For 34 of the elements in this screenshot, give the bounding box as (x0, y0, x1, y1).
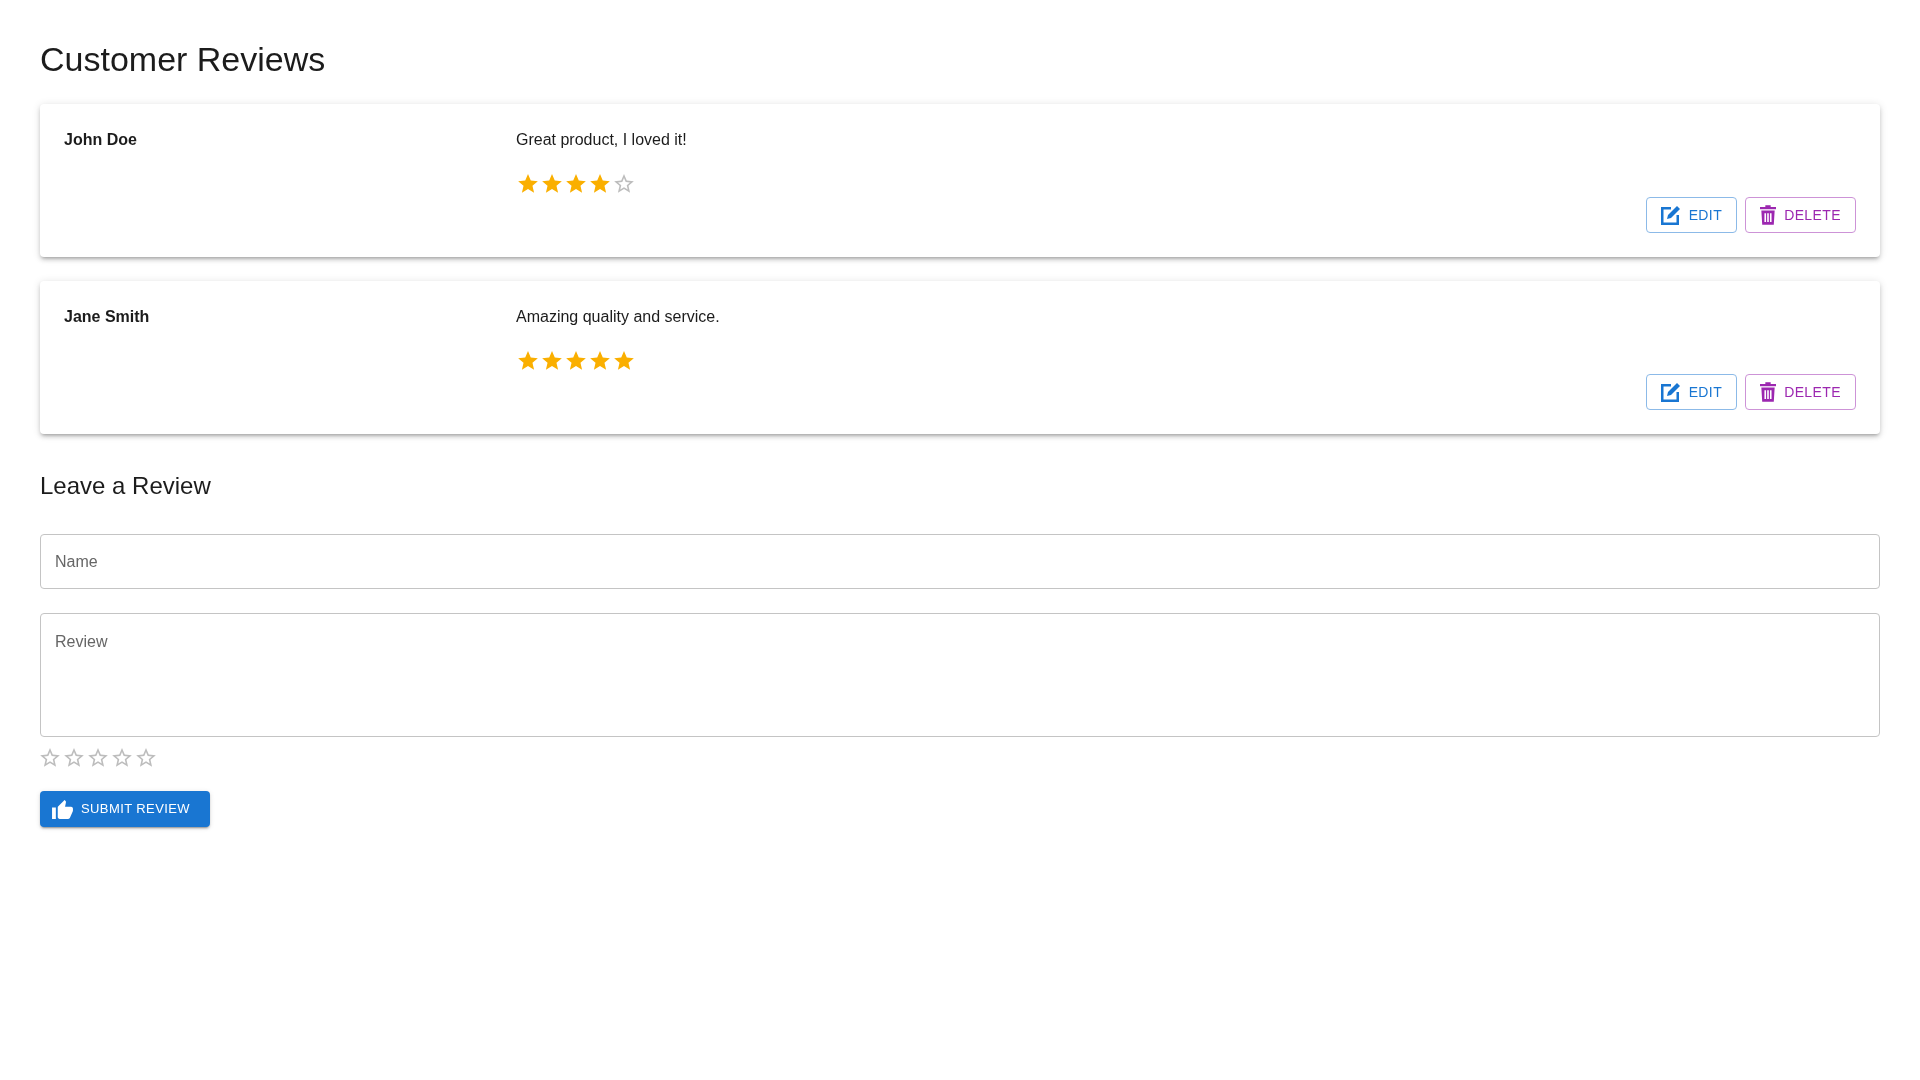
review-field[interactable]: Review (40, 613, 1880, 737)
reviewer-name: Jane Smith (64, 307, 150, 327)
edit-icon (1660, 382, 1681, 402)
star-icon (518, 351, 538, 370)
submit-button[interactable]: SUBMIT REVIEW (40, 791, 210, 827)
star-outline-icon[interactable] (40, 748, 60, 767)
reviewer-name: John Doe (64, 130, 137, 150)
star-icon (542, 174, 562, 193)
star-outline-icon[interactable] (88, 748, 108, 767)
form-title: Leave a Review (40, 471, 211, 501)
edit-icon (1660, 205, 1681, 225)
edit-button[interactable]: EDIT (1645, 197, 1738, 233)
page-title: Customer Reviews (40, 39, 326, 80)
star-icon (566, 174, 586, 193)
name-field[interactable]: Name (40, 534, 1880, 589)
review-text: Amazing quality and service. (516, 307, 720, 327)
star-icon (614, 351, 634, 370)
review-text: Great product, I loved it! (516, 130, 687, 150)
delete-button[interactable]: DELETE (1745, 197, 1856, 233)
star-outline-icon[interactable] (136, 748, 156, 767)
star-outline-icon (614, 174, 634, 193)
delete-button[interactable]: DELETE (1745, 374, 1856, 410)
star-icon (542, 351, 562, 370)
star-outline-icon[interactable] (64, 748, 84, 767)
star-icon (566, 351, 586, 370)
rating-input[interactable] (40, 748, 156, 767)
star-icon (590, 351, 610, 370)
trash-icon (1760, 205, 1777, 225)
thumbs-up-icon (52, 799, 73, 819)
trash-icon (1760, 382, 1777, 402)
star-icon (518, 174, 538, 193)
edit-button[interactable]: EDIT (1645, 374, 1738, 410)
star-icon (590, 174, 610, 193)
star-outline-icon[interactable] (112, 748, 132, 767)
